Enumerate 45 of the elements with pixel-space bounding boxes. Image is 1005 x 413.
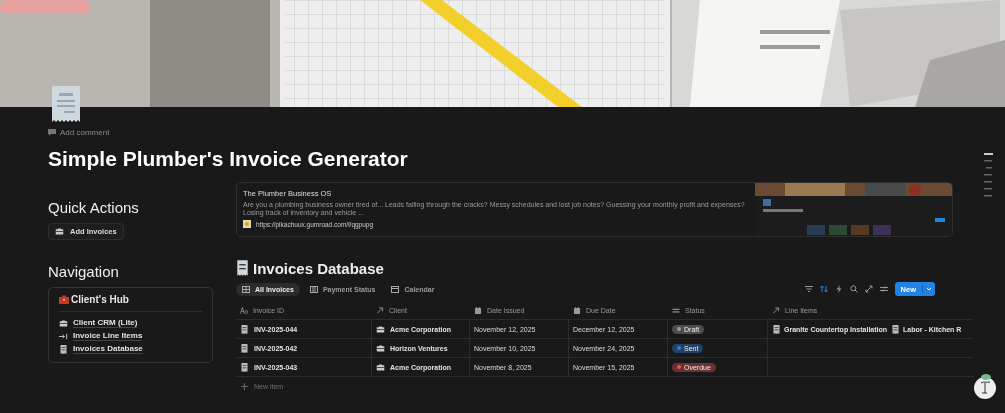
receipt-icon — [59, 344, 68, 354]
filter-icon[interactable] — [804, 285, 813, 293]
expand-icon[interactable] — [864, 285, 873, 293]
receipt-icon — [240, 324, 249, 334]
lightning-icon[interactable] — [834, 285, 843, 293]
relation-arrow-icon — [772, 307, 780, 314]
board-icon — [309, 285, 318, 293]
briefcase-icon — [59, 295, 69, 304]
page-link[interactable]: Invoices Database — [73, 344, 143, 354]
briefcase-icon — [59, 318, 68, 328]
plus-icon — [240, 381, 249, 391]
briefcase-icon — [376, 343, 385, 353]
receipt-icon[interactable] — [50, 86, 82, 124]
table-icon — [242, 285, 250, 293]
briefcase-icon — [376, 324, 385, 334]
outline-icon[interactable] — [983, 153, 993, 199]
receipt-icon — [236, 260, 249, 276]
card-title: Client's Hub — [71, 294, 129, 305]
bookmark-card[interactable] — [236, 182, 953, 237]
settings-icon[interactable] — [879, 285, 888, 293]
search-icon[interactable] — [849, 285, 858, 293]
page-link[interactable]: Client CRM (Lite) — [73, 318, 138, 328]
text-type-icon — [240, 307, 248, 314]
favicon-icon — [243, 220, 251, 228]
arrow-to-bar-icon — [59, 331, 68, 341]
receipt-icon — [891, 324, 901, 334]
briefcase-icon — [376, 362, 385, 372]
calendar-icon — [474, 307, 482, 314]
section-heading: Quick Actions — [48, 199, 140, 216]
comment-icon — [48, 128, 56, 136]
calendar-icon — [573, 307, 581, 314]
briefcase-icon — [55, 227, 64, 236]
page-title: Simple Plumber's Invoice Generator — [48, 146, 409, 172]
receipt-icon — [772, 324, 781, 334]
sort-icon[interactable] — [819, 285, 828, 293]
help-avatar-icon[interactable] — [973, 372, 997, 400]
add-comment-link[interactable]: Add comment — [60, 127, 110, 137]
database-title: Invoices Database — [253, 259, 384, 277]
section-heading: Navigation — [48, 263, 120, 280]
receipt-icon — [240, 362, 249, 372]
page-link[interactable]: Invoice Line Items — [73, 331, 143, 341]
relation-arrow-icon — [376, 307, 384, 314]
status-lines-icon — [672, 307, 680, 314]
calendar-icon — [391, 285, 400, 293]
receipt-icon — [240, 343, 249, 353]
